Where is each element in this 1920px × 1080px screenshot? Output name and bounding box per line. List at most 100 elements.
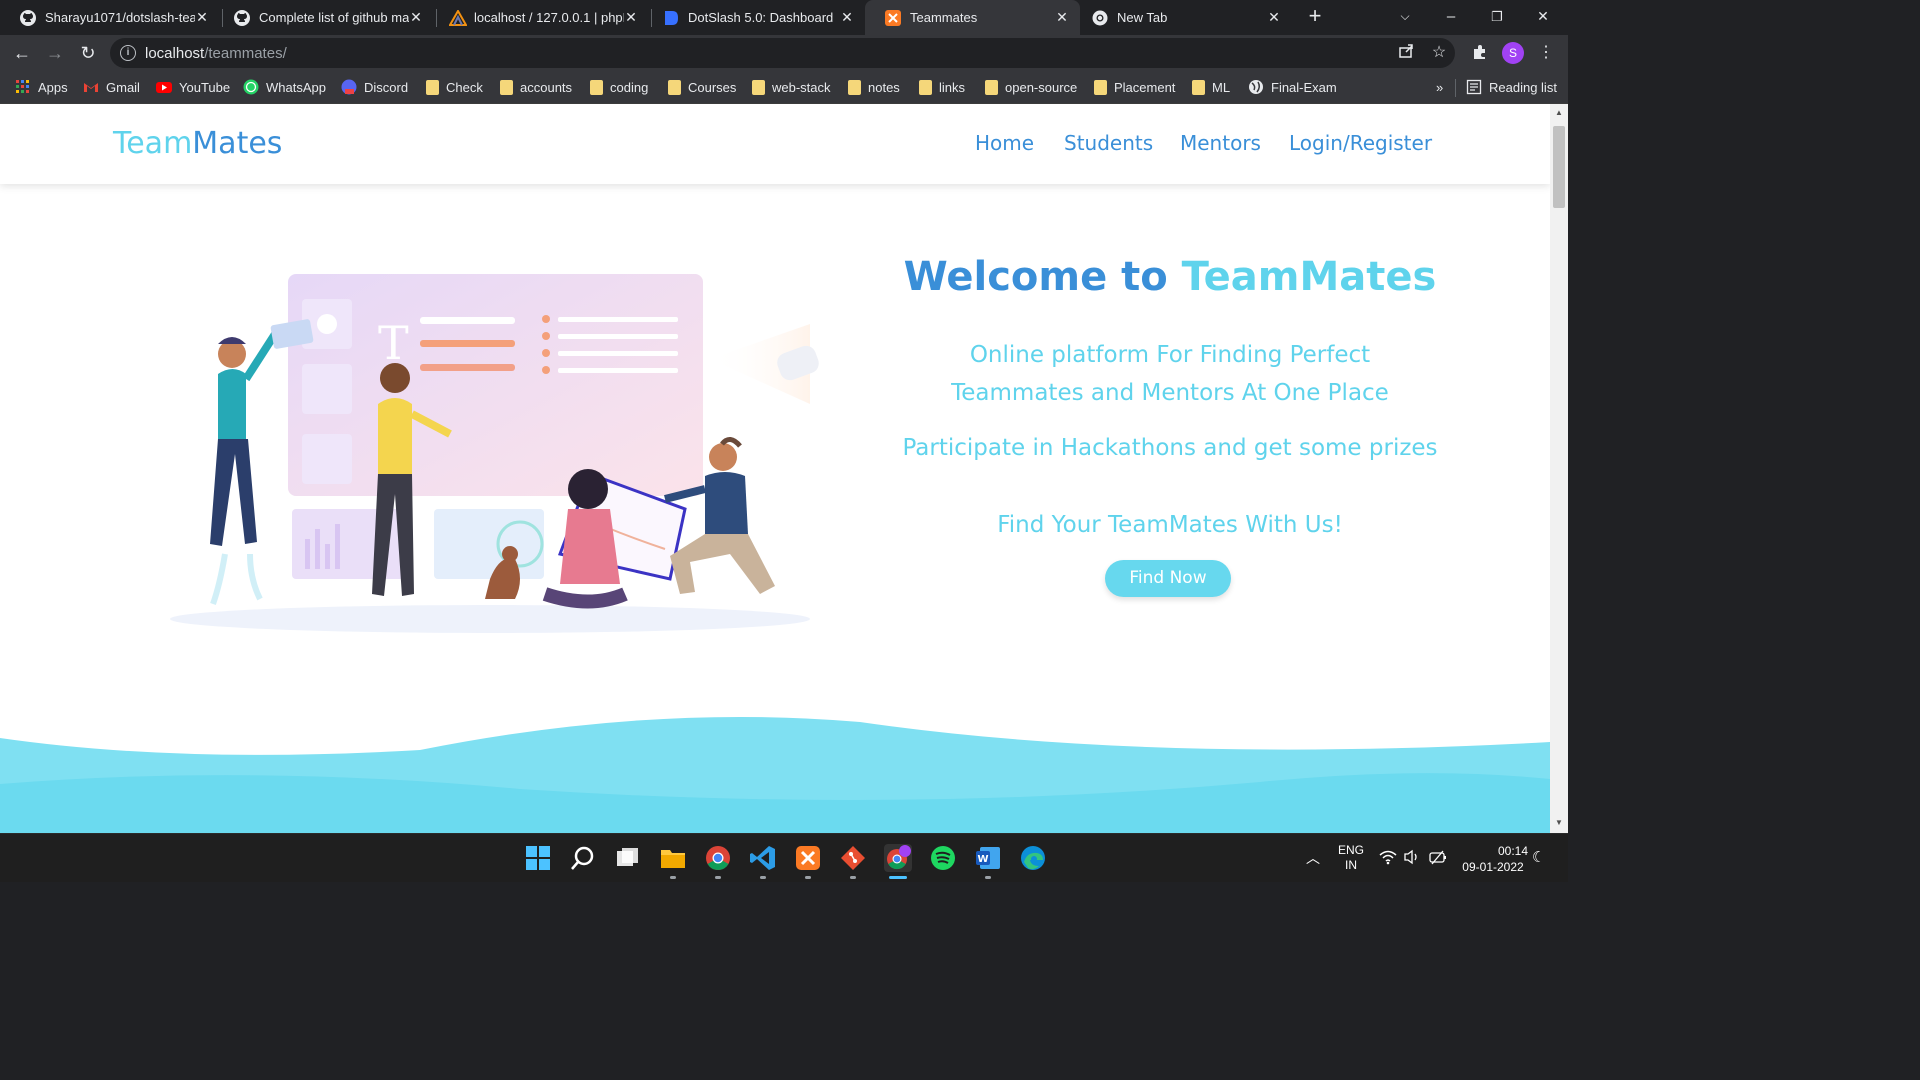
bookmark-discord[interactable]: Discord [341,78,408,96]
tab-github-dotslash[interactable]: Sharayu1071/dotslash-team ✕ [0,0,220,35]
reload-button[interactable]: ↻ [75,40,101,66]
language-indicator[interactable]: ENG IN [1334,843,1368,873]
restore-button[interactable]: ❐ [1474,0,1520,35]
search-icon[interactable] [569,844,597,872]
tab-github-list[interactable]: Complete list of github mar ✕ [214,0,434,35]
bookmark-label: Check [446,79,483,95]
chrome-icon[interactable] [704,844,732,872]
nav-students[interactable]: Students [1064,131,1153,155]
windows-start-icon[interactable] [524,844,552,872]
bookmark-label: coding [610,79,649,95]
file-explorer-icon[interactable] [659,844,687,872]
footer-wave [0,716,1550,833]
close-icon[interactable]: ✕ [408,9,424,25]
bookmarks-bar: Apps Gmail YouTube WhatsApp Discord Chec… [0,71,1568,104]
bookmark-final-exam[interactable]: Final-Exam [1248,78,1337,96]
folder-icon [426,79,439,95]
bookmark-folder-coding[interactable]: coding [590,78,648,96]
bookmark-label: Placement [1114,79,1176,95]
close-icon[interactable]: ✕ [194,9,210,25]
nav-mentors[interactable]: Mentors [1180,131,1261,155]
task-view-icon[interactable] [614,844,642,872]
scroll-up-arrow-icon[interactable]: ▲ [1554,108,1564,118]
tray-overflow-chevron-icon[interactable]: ︿ [1306,848,1320,868]
tab-search-chevron-icon[interactable]: ⌵ [1382,0,1428,35]
svg-text:T: T [378,316,409,370]
page-scrollbar[interactable]: ▲ ▼ [1550,104,1568,833]
new-tab-button[interactable]: + [1293,0,1337,35]
bookmark-label: web-stack [772,79,831,95]
extensions-puzzle-icon[interactable] [1470,43,1490,63]
close-icon[interactable]: ✕ [1054,9,1070,25]
edge-icon[interactable] [1019,844,1047,872]
wifi-icon[interactable] [1379,849,1397,868]
browser-toolbar: ← → ↻ i localhost/teammates/ ☆ S ⋮ [0,35,1568,71]
profile-avatar[interactable]: S [1502,42,1524,64]
bookmark-folder-accounts[interactable]: accounts [500,78,572,96]
chrome-profile-icon[interactable] [884,844,912,872]
back-button[interactable]: ← [9,40,35,66]
bookmark-folder-placement[interactable]: Placement [1094,78,1175,96]
close-icon[interactable]: ✕ [839,9,855,25]
hero-illustration: T [170,274,819,633]
tab-teammates[interactable]: Teammates ✕ [865,0,1080,35]
clock[interactable]: 00:14 09-01-2022 [1458,843,1528,875]
folder-icon [848,79,861,95]
spotify-icon[interactable] [929,844,957,872]
tab-new-tab[interactable]: New Tab ✕ [1072,0,1292,35]
bookmark-folder-check[interactable]: Check [426,78,483,96]
bookmark-apps[interactable]: Apps [15,78,68,96]
address-bar[interactable]: i localhost/teammates/ ☆ [110,38,1455,68]
forward-button[interactable]: → [42,40,68,66]
running-indicator [985,876,991,879]
xampp-icon [885,9,901,26]
notification-moon-icon[interactable]: ☾ [1532,848,1545,866]
bookmark-gmail[interactable]: Gmail [83,78,140,96]
bookmark-label: Apps [38,79,68,95]
bookmark-whatsapp[interactable]: WhatsApp [243,78,326,96]
github-icon [20,9,36,26]
git-icon[interactable] [839,844,867,872]
reading-list-button[interactable]: Reading list [1466,78,1557,96]
close-icon[interactable]: ✕ [623,9,639,25]
folder-icon [752,79,765,95]
tab-devfolio[interactable]: DotSlash 5.0: Dashboard | D ✕ [643,0,865,35]
bookmark-folder-links[interactable]: links [919,78,965,96]
share-icon[interactable] [1396,43,1416,63]
bookmark-label: notes [868,79,900,95]
bookmarks-overflow-chevron[interactable]: » [1436,78,1443,96]
scroll-down-arrow-icon[interactable]: ▼ [1554,818,1564,828]
nav-home[interactable]: Home [975,131,1034,155]
tab-phpmyadmin[interactable]: localhost / 127.0.0.1 | phpM ✕ [429,0,649,35]
github-icon [234,9,250,26]
bookmark-folder-ml[interactable]: ML [1192,78,1230,96]
nav-login-register[interactable]: Login/Register [1289,131,1432,155]
folder-icon [1192,79,1205,95]
bookmark-folder-notes[interactable]: notes [848,78,900,96]
bookmark-label: Discord [364,79,409,95]
volume-icon[interactable] [1403,849,1421,868]
close-icon[interactable]: ✕ [1266,9,1282,25]
tab-title: localhost / 127.0.0.1 | phpM [474,10,624,25]
xampp-icon[interactable] [794,844,822,872]
bookmark-folder-courses[interactable]: Courses [668,78,736,96]
word-icon[interactable]: W [974,844,1002,872]
close-window-button[interactable]: ✕ [1520,0,1566,35]
web-page: TeamMates Home Students Mentors Login/Re… [0,104,1550,833]
minimize-button[interactable]: – [1428,0,1474,35]
bookmark-youtube[interactable]: YouTube [156,78,230,96]
site-info-icon[interactable]: i [120,45,136,61]
bookmark-folder-open-source[interactable]: open-source [985,78,1077,96]
running-indicator [850,876,856,879]
bookmark-star-icon[interactable]: ☆ [1429,43,1449,63]
scrollbar-thumb[interactable] [1553,126,1565,208]
windows-taskbar: W ︿ ENG IN 00:14 09-01-2022 ☾ [0,833,1568,882]
vscode-icon[interactable] [749,844,777,872]
bookmark-folder-web-stack[interactable]: web-stack [752,78,831,96]
battery-icon[interactable] [1428,849,1448,868]
youtube-icon [156,79,172,95]
site-logo[interactable]: TeamMates [113,126,282,161]
find-now-button[interactable]: Find Now [1105,560,1231,597]
menu-kebab-icon[interactable]: ⋮ [1536,43,1556,63]
tab-title: Complete list of github mar [259,10,409,25]
